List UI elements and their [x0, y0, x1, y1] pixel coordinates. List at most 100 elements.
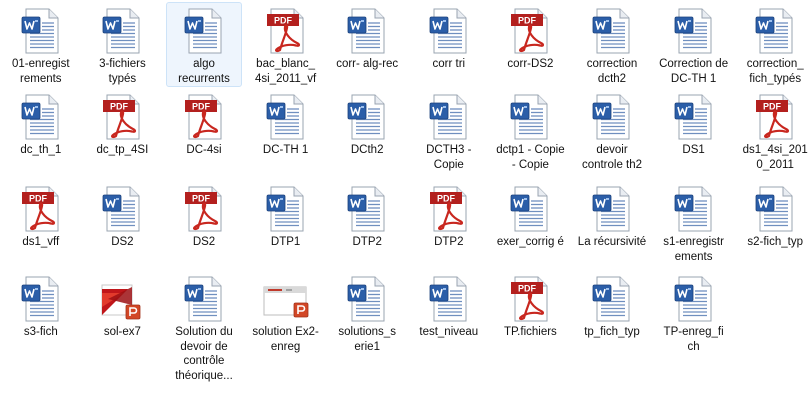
file-item[interactable]: 3-fichiers typés — [84, 2, 160, 87]
file-label: DS1 — [682, 144, 705, 156]
file-item[interactable]: DCTH3 - Copie — [411, 88, 487, 173]
svg-text:PDF: PDF — [29, 194, 48, 204]
file-label: s1-enregistr ements — [663, 236, 724, 263]
pdf-document-icon: PDF — [506, 7, 554, 55]
file-label: DS2 — [192, 236, 216, 248]
word-document-icon — [180, 275, 228, 323]
file-item[interactable]: PDF DS2 — [166, 180, 242, 251]
file-item[interactable]: DTP2 — [329, 180, 405, 251]
file-item[interactable]: Solution du devoir de contrôle théorique… — [166, 270, 242, 384]
word-document-icon — [751, 185, 799, 233]
pdf-document-icon: PDF — [425, 185, 473, 233]
word-document-icon — [670, 275, 718, 323]
file-label: DS2 — [111, 236, 134, 248]
file-item[interactable]: DS2 — [84, 180, 160, 251]
file-item[interactable]: TP-enreg_fi ch — [656, 270, 732, 355]
word-document-icon — [588, 7, 636, 55]
file-item[interactable]: correction_ fich_typés — [737, 2, 810, 87]
pdf-document-icon: PDF — [751, 93, 799, 141]
file-label: dc_tp_4SI — [96, 144, 149, 156]
file-item[interactable]: s1-enregistr ements — [656, 180, 732, 265]
file-item[interactable]: DCth2 — [329, 88, 405, 159]
file-item[interactable]: La récursivité — [574, 180, 650, 251]
file-item[interactable]: DC-TH 1 — [248, 88, 324, 159]
file-item[interactable]: test_niveau — [411, 270, 487, 341]
word-document-icon — [588, 275, 636, 323]
svg-text:PDF: PDF — [437, 194, 456, 204]
file-label: TP-enreg_fi ch — [663, 326, 724, 353]
word-document-icon — [343, 185, 391, 233]
file-item[interactable]: algo recurrents — [166, 2, 242, 87]
file-label: corr tri — [432, 58, 466, 70]
svg-text:PDF: PDF — [518, 284, 537, 294]
file-label: ds1_vff — [22, 236, 60, 248]
file-item[interactable]: DS1 — [656, 88, 732, 159]
svg-text:PDF: PDF — [110, 102, 129, 112]
file-item[interactable]: corr tri — [411, 2, 487, 73]
word-document-icon — [506, 185, 554, 233]
file-item[interactable]: devoir controle th2 — [574, 88, 650, 173]
file-label: TP.fichiers — [503, 326, 557, 338]
file-item[interactable]: PDF bac_blanc_ 4si_2011_vf — [248, 2, 324, 87]
pdf-document-icon: PDF — [180, 93, 228, 141]
word-document-icon — [425, 93, 473, 141]
file-label: DC-TH 1 — [262, 144, 309, 156]
powerpoint-document-icon — [98, 275, 146, 323]
file-label: 3-fichiers typés — [99, 58, 146, 85]
file-item[interactable]: PDF ds1_4si_201 0_2011 — [737, 88, 810, 173]
file-item[interactable]: PDF ds1_vff — [3, 180, 79, 251]
word-document-icon — [17, 7, 65, 55]
file-label: bac_blanc_ 4si_2011_vf — [255, 58, 317, 85]
file-item[interactable]: PDF DC-4si — [166, 88, 242, 159]
file-item[interactable]: PDF dc_tp_4SI — [84, 88, 160, 159]
file-item[interactable]: 01-enregist rements — [3, 2, 79, 87]
word-document-icon — [262, 185, 310, 233]
svg-text:PDF: PDF — [192, 102, 211, 112]
word-document-icon — [262, 93, 310, 141]
file-label: La récursivité — [577, 236, 647, 248]
file-label: solutions_s erie1 — [338, 326, 396, 353]
file-label: dc_th_1 — [20, 144, 62, 156]
word-document-icon — [17, 275, 65, 323]
file-label: s3-fich — [23, 326, 58, 338]
file-label: devoir controle th2 — [581, 144, 643, 171]
file-item[interactable]: sol-ex7 — [84, 270, 160, 341]
file-item[interactable]: correction dcth2 — [574, 2, 650, 87]
file-item[interactable]: Correction de DC-TH 1 — [656, 2, 732, 87]
file-item[interactable]: PDF TP.fichiers — [492, 270, 568, 341]
word-document-icon — [670, 185, 718, 233]
word-document-icon — [425, 7, 473, 55]
file-label: Correction de DC-TH 1 — [659, 58, 729, 85]
file-label: DTP2 — [434, 236, 464, 248]
word-document-icon — [670, 93, 718, 141]
file-item[interactable]: solutions_s erie1 — [329, 270, 405, 355]
word-document-icon — [506, 93, 554, 141]
file-item[interactable]: s2-fich_typ — [737, 180, 810, 251]
file-item[interactable]: dctp1 - Copie - Copie — [492, 88, 568, 173]
word-document-icon — [343, 7, 391, 55]
file-icon-grid: 01-enregist rements 3-fichiers typés algo … — [0, 0, 810, 419]
file-label: corr- alg-rec — [336, 58, 399, 70]
file-label: test_niveau — [419, 326, 479, 338]
pdf-document-icon: PDF — [98, 93, 146, 141]
svg-text:PDF: PDF — [518, 16, 537, 26]
file-item[interactable]: dc_th_1 — [3, 88, 79, 159]
word-document-icon — [588, 93, 636, 141]
file-item[interactable]: DTP1 — [248, 180, 324, 251]
file-label: DCTH3 - Copie — [426, 144, 472, 171]
file-item[interactable]: solution Ex2-enreg — [248, 270, 324, 355]
file-label: tp_fich_typ — [584, 326, 640, 338]
file-item[interactable]: s3-fich — [3, 270, 79, 341]
word-document-icon — [343, 93, 391, 141]
file-label: dctp1 - Copie - Copie — [496, 144, 565, 171]
file-item[interactable]: PDF corr-DS2 — [492, 2, 568, 73]
file-label: exer_corrig é — [496, 236, 564, 248]
file-item[interactable]: tp_fich_typ — [574, 270, 650, 341]
word-document-icon — [751, 7, 799, 55]
file-label: algo recurrents — [178, 58, 230, 85]
file-item[interactable]: exer_corrig é — [492, 180, 568, 251]
file-item[interactable]: corr- alg-rec — [329, 2, 405, 73]
pdf-document-icon: PDF — [506, 275, 554, 323]
file-label: DTP1 — [270, 236, 301, 248]
file-item[interactable]: PDF DTP2 — [411, 180, 487, 251]
